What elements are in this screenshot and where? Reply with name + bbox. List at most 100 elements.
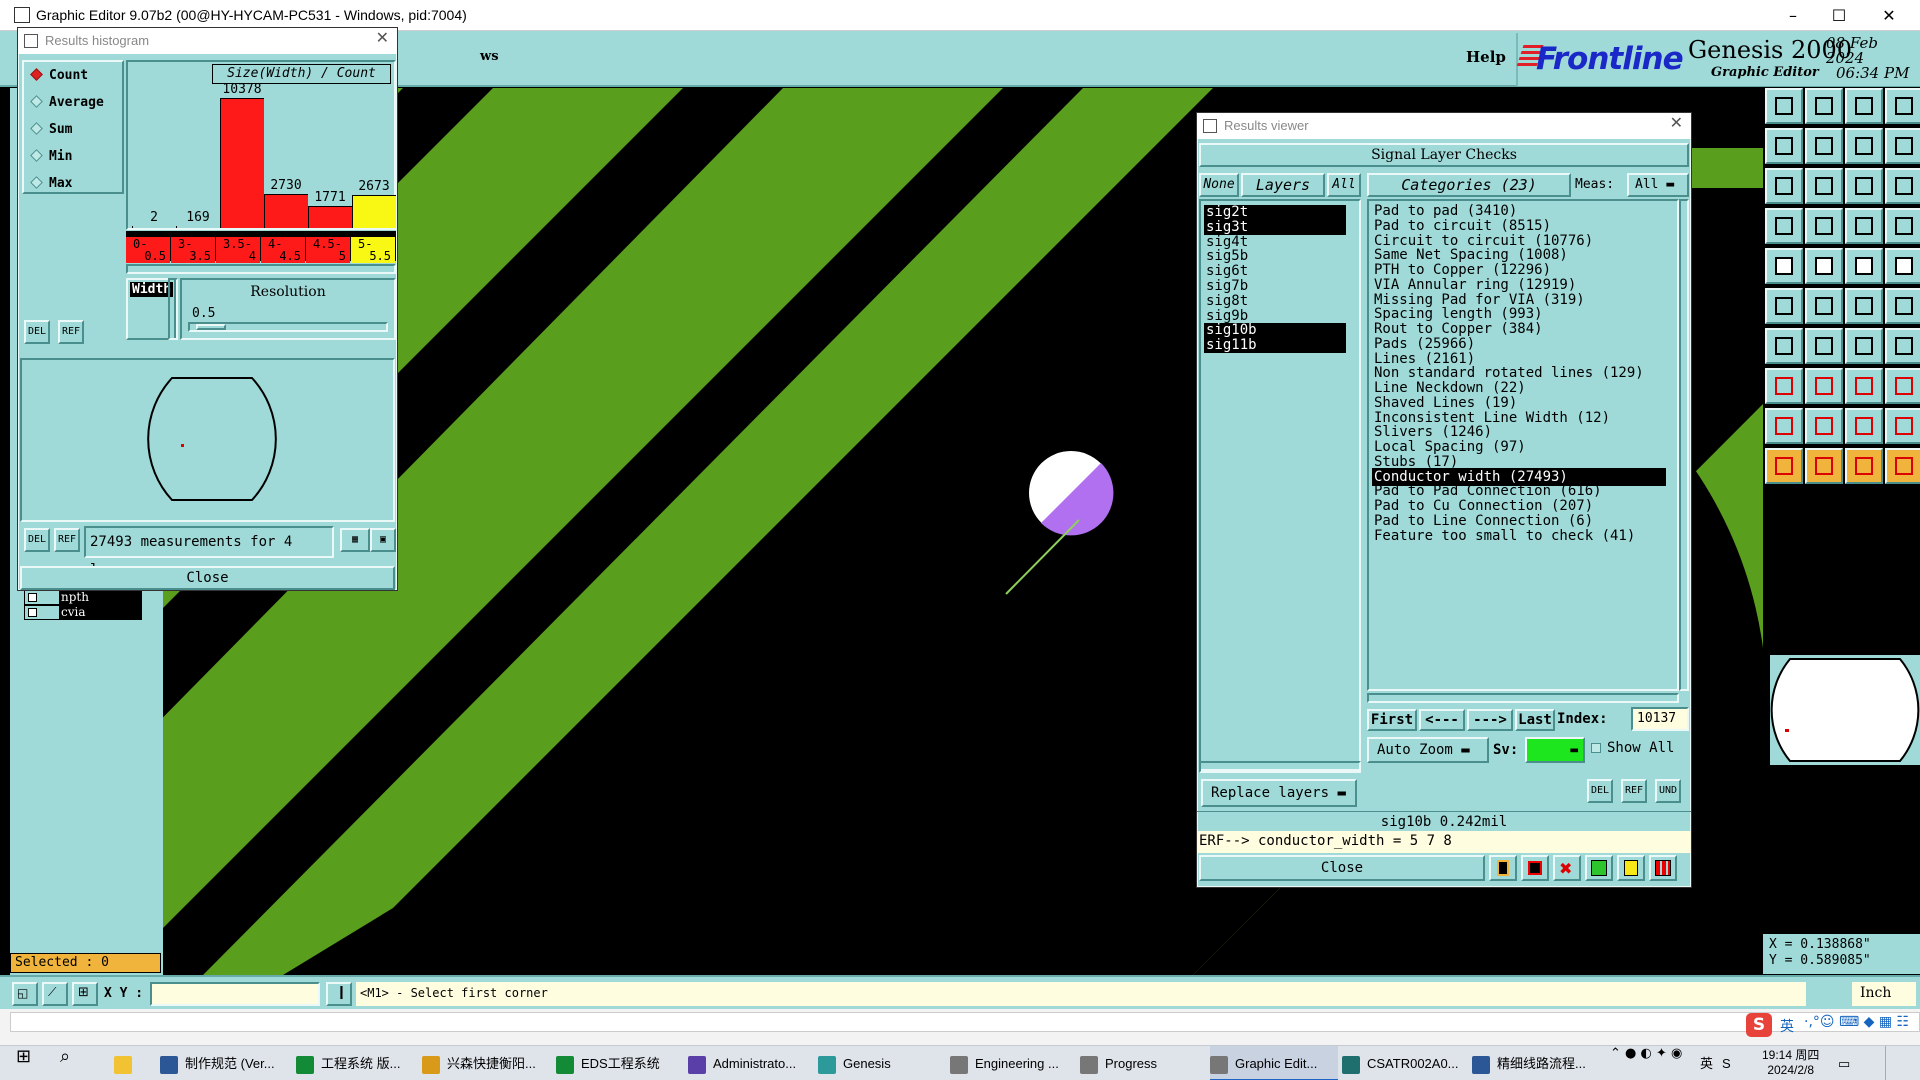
layer-list-item[interactable]: sig10b [1204,323,1346,339]
severity-dropdown[interactable]: ▬ [1525,737,1585,763]
layer-list-item[interactable]: sig2t [1204,205,1346,220]
layer-list-item[interactable]: sig9b [1204,308,1346,324]
stat-sum-radio[interactable]: Sum [30,122,72,137]
del-button[interactable]: DEL [24,528,50,552]
toolbar-button[interactable] [1805,128,1843,164]
tool-button[interactable] [1617,855,1645,881]
category-label[interactable]: 4- 4.5 [261,237,305,263]
prev-button[interactable]: <--- [1419,709,1465,731]
status-tool-button[interactable]: ❙ [326,982,352,1006]
toolbar-button[interactable] [1885,128,1920,164]
toolbar-button[interactable] [1885,408,1920,444]
category-label[interactable]: 4.5- 5 [306,237,350,263]
close-icon[interactable]: ✕ [1670,113,1683,132]
histogram-close-button[interactable]: Close [20,566,395,590]
xy-input[interactable] [150,982,320,1006]
layer-list-scrollbar[interactable] [1199,761,1361,773]
toolbar-button[interactable] [1845,368,1883,404]
toolbar-button[interactable] [1845,128,1883,164]
status-tool-button[interactable]: ⟋ [42,982,68,1006]
toolbar-button[interactable] [1805,88,1843,124]
toolbar-button[interactable] [1805,288,1843,324]
del-button[interactable]: DEL [24,320,50,344]
taskbar-app[interactable]: Administrato... [688,1046,816,1080]
slider-thumb[interactable] [196,324,226,330]
taskbar-app[interactable]: 精细线路流程... [1472,1046,1600,1080]
check-set-header[interactable]: Signal Layer Checks [1199,143,1689,167]
category-label[interactable]: 3- 3.5 [171,237,215,263]
tray-language[interactable]: 英 [1700,1046,1713,1080]
toolbar-button[interactable] [1845,248,1883,284]
toolbar-button[interactable] [1845,168,1883,204]
export-button[interactable]: ▦ [340,528,370,552]
toolbar-button[interactable] [1805,208,1843,244]
ime-tray-icon[interactable]: S [1722,1046,1731,1080]
maximize-button[interactable]: ☐ [1816,0,1862,31]
next-button[interactable]: ---> [1467,709,1513,731]
layer-list-item[interactable]: sig7b [1204,279,1346,294]
status-tool-button[interactable]: ◱ [12,982,38,1006]
input-field-strip[interactable] [10,1012,1920,1032]
del-button[interactable]: DEL [1587,779,1613,803]
taskbar-app[interactable]: Progress [1080,1046,1208,1080]
toolbar-button[interactable] [1805,168,1843,204]
show-desktop[interactable] [1885,1046,1920,1080]
resolution-slider[interactable] [188,322,388,332]
width-scrollbar[interactable] [168,278,178,340]
toolbar-button[interactable] [1845,208,1883,244]
unit-selector[interactable]: Inch [1852,982,1916,1006]
category-list[interactable]: Pad to pad (3410) Pad to circuit (8515) Ci… [1367,199,1679,691]
sogou-ime-icon[interactable]: S [1746,1013,1772,1037]
ime-language[interactable]: 英 [1780,1016,1794,1036]
chart-scrollbar[interactable] [126,264,396,274]
menu-fragment[interactable]: ws [480,49,499,64]
auto-zoom-dropdown[interactable]: Auto Zoom ▬ [1367,737,1489,763]
file-explorer-icon[interactable] [114,1046,142,1080]
layer-checkbox[interactable] [28,608,37,617]
toolbar-button[interactable] [1805,248,1843,284]
ime-tools-icon[interactable]: ·,°☺ ⌨ ◆ ▦ ☷ [1804,1014,1909,1030]
toolbar-button[interactable] [1765,408,1803,444]
help-menu[interactable]: Help [1466,48,1506,66]
toolbar-button[interactable] [1765,128,1803,164]
start-icon[interactable]: ⊞ [16,1046,44,1080]
layer-list-item[interactable]: sig11b [1204,338,1346,354]
histogram-bar[interactable] [308,205,352,228]
stat-min-radio[interactable]: Min [30,149,72,164]
category-hscrollbar[interactable] [1367,693,1679,703]
stat-average-radio[interactable]: Average [30,95,104,110]
notification-icon[interactable]: ▭ [1838,1046,1850,1080]
close-icon[interactable]: ✕ [376,28,389,47]
meas-dropdown[interactable]: All ▬ [1627,173,1689,197]
toolbar-button[interactable] [1805,368,1843,404]
layer-list[interactable]: sig2t sig3t sig4t sig5b sig6t sig7b sig8t sig9b… [1199,199,1361,771]
tool-button[interactable] [1489,855,1517,881]
close-button[interactable]: ✕ [1866,0,1912,31]
category-label[interactable]: 5- 5.5 [351,237,395,263]
toolbar-button[interactable] [1805,448,1843,484]
layers-none-button[interactable]: None [1199,173,1239,197]
tool-button[interactable] [1521,855,1549,881]
layers-header-button[interactable]: Layers [1241,173,1325,197]
stat-max-radio[interactable]: Max [30,176,72,191]
system-clock[interactable]: 19:14 周四 2024/2/8 [1762,1048,1819,1078]
taskbar-app[interactable]: Graphic Edit... [1210,1046,1338,1080]
toolbar-button[interactable] [1885,328,1920,364]
toolbar-button[interactable] [1765,208,1803,244]
toolbar-button[interactable] [1885,168,1920,204]
histogram-bar[interactable] [352,194,396,228]
toolbar-button[interactable] [1885,248,1920,284]
width-label[interactable]: Width [130,282,174,297]
first-button[interactable]: First [1367,709,1417,731]
ref-button[interactable]: REF [1621,779,1647,803]
layer-list-item[interactable]: sig4t [1204,234,1346,250]
taskbar-app[interactable]: Genesis [818,1046,946,1080]
taskbar-app[interactable]: Engineering ... [950,1046,1078,1080]
taskbar-app[interactable]: CSATR002A0... [1342,1046,1470,1080]
report-button[interactable]: ▣ [370,528,396,552]
show-all-checkbox[interactable] [1591,743,1601,753]
viewer-close-button[interactable]: Close [1199,855,1485,881]
taskbar-app[interactable]: 工程系统 版... [296,1046,424,1080]
tool-button[interactable] [1585,855,1613,881]
toolbar-button[interactable] [1885,368,1920,404]
